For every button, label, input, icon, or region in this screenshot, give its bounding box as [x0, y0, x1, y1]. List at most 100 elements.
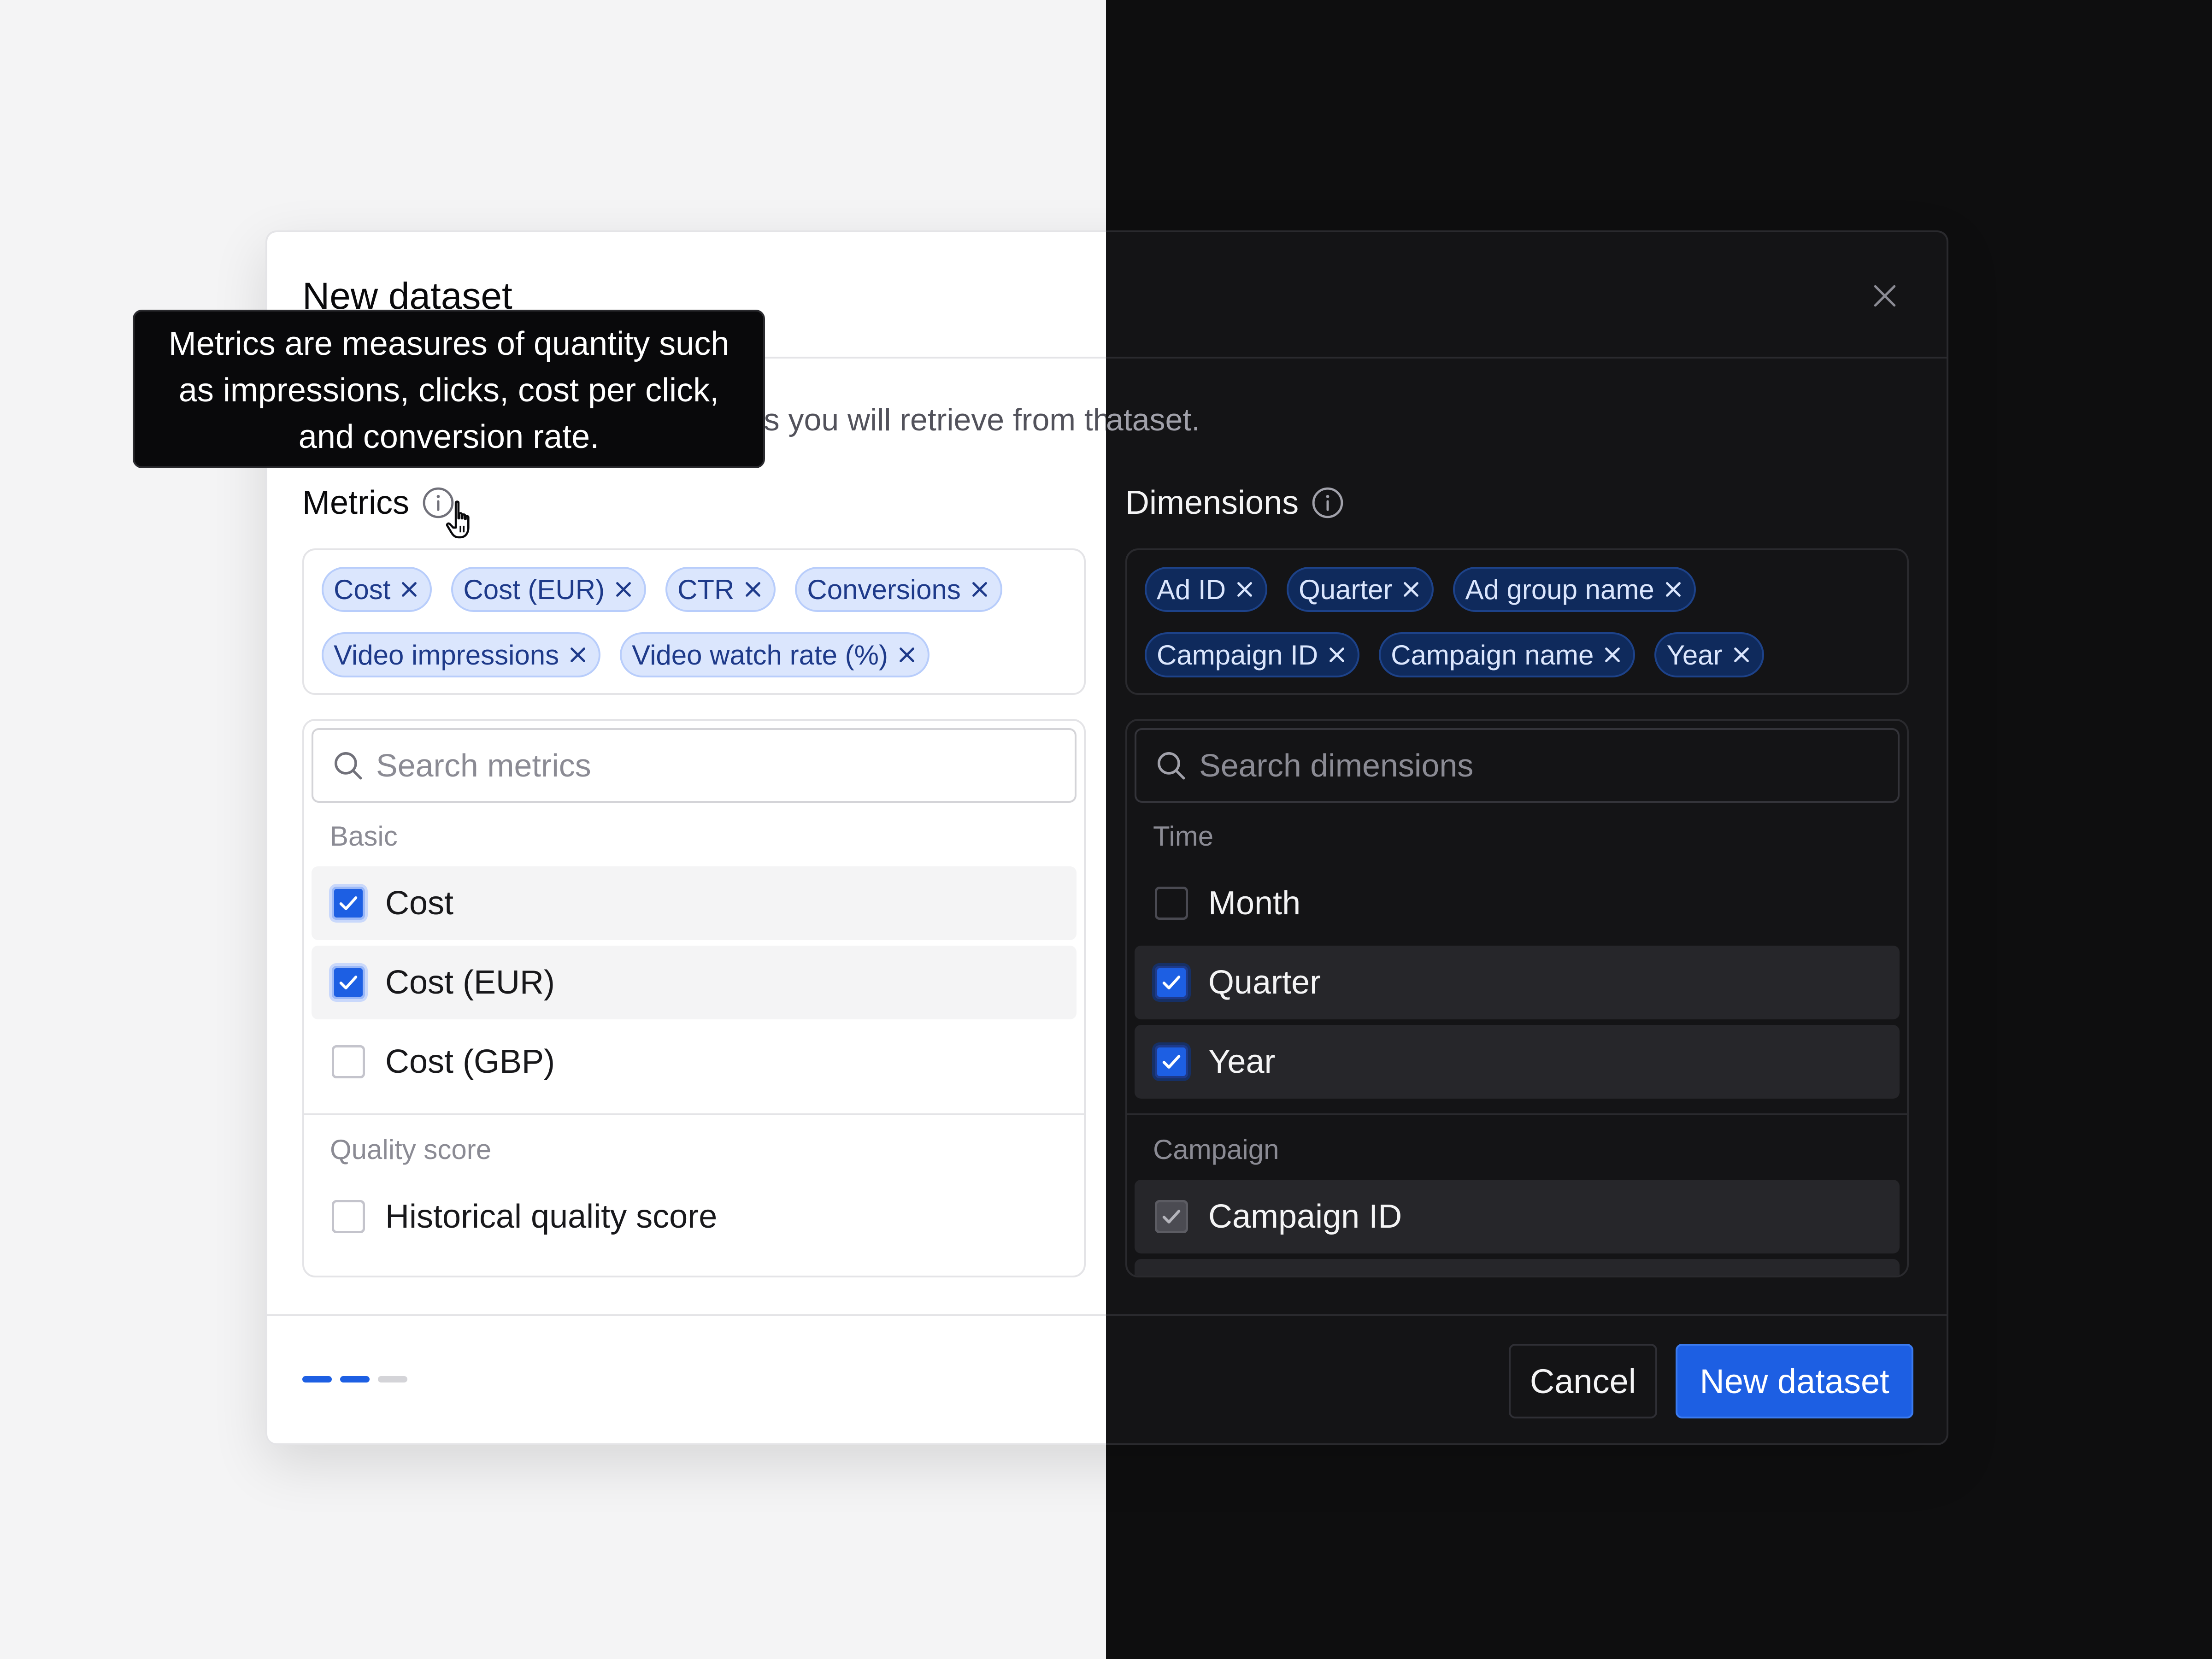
checkbox-checked-disabled[interactable] — [1155, 1200, 1188, 1233]
chip-remove-button[interactable] — [742, 579, 764, 600]
chip-label: Video impressions — [334, 639, 559, 671]
chip-label: Year — [1666, 639, 1723, 671]
info-icon[interactable] — [1311, 486, 1345, 520]
checkbox-unchecked[interactable] — [332, 1200, 365, 1233]
option-historical-quality-score[interactable]: Historical quality score — [312, 1180, 1077, 1253]
group-label-basic: Basic — [330, 821, 398, 852]
option-cost[interactable]: Cost — [312, 866, 1077, 940]
chip-year: Year — [1654, 632, 1764, 677]
chip-video-watch-rate: Video watch rate (%) — [620, 632, 930, 677]
chip-cost: Cost — [322, 567, 432, 612]
chip-ad-id: Ad ID — [1145, 567, 1268, 612]
chip-label: Campaign name — [1391, 639, 1594, 671]
checkbox-unchecked[interactable] — [332, 1045, 365, 1078]
option-label: Cost — [385, 885, 454, 922]
chip-remove-button[interactable] — [969, 579, 990, 600]
chip-label: Video watch rate (%) — [632, 639, 888, 671]
option-cost-eur[interactable]: Cost (EUR) — [312, 946, 1077, 1019]
option-campaign-id[interactable]: Campaign ID — [1135, 1180, 1900, 1253]
chip-label: Campaign ID — [1157, 639, 1318, 671]
dimensions-label-text: Dimensions — [1125, 484, 1299, 521]
group-label-time: Time — [1153, 821, 1214, 852]
check-icon — [1162, 1055, 1181, 1069]
option-label: Year — [1208, 1043, 1276, 1080]
check-icon — [1162, 1210, 1181, 1224]
option-label: Month — [1208, 885, 1301, 922]
chip-remove-button[interactable] — [399, 579, 420, 600]
chip-remove-button[interactable] — [1234, 579, 1255, 600]
chip-label: Quarter — [1299, 574, 1393, 605]
dimensions-search-input[interactable] — [1198, 747, 1845, 784]
chip-label: CTR — [677, 574, 735, 605]
chip-remove-button[interactable] — [1400, 579, 1422, 600]
close-icon — [972, 582, 987, 597]
chip-conversions: Conversions — [795, 567, 1002, 612]
step-pending — [378, 1376, 407, 1382]
chip-ad-group-name: Ad group name — [1453, 567, 1696, 612]
chip-video-impressions: Video impressions — [322, 632, 601, 677]
search-icon — [1158, 752, 1185, 780]
checkbox-unchecked[interactable] — [1155, 887, 1188, 920]
dimensions-listbox: Time Month Quarter Year Campaign Campaig… — [1125, 719, 1909, 1277]
search-icon — [335, 752, 362, 780]
option-label: Cost (EUR) — [385, 964, 555, 1001]
option-year[interactable]: Year — [1135, 1025, 1900, 1099]
chip-label: Ad group name — [1465, 574, 1654, 605]
step-completed — [340, 1376, 370, 1382]
dimensions-selected-chips: Ad ID Quarter Ad group name Campaign ID … — [1125, 548, 1909, 695]
checkbox-checked[interactable] — [1155, 1045, 1188, 1078]
chip-campaign-name: Campaign name — [1379, 632, 1635, 677]
check-icon — [1162, 976, 1181, 989]
close-icon — [616, 582, 631, 597]
metrics-label-text: Metrics — [302, 484, 409, 521]
close-icon — [402, 582, 417, 597]
option-label: Historical quality score — [385, 1198, 718, 1235]
chip-cost-eur: Cost (EUR) — [451, 567, 647, 612]
metrics-search-input[interactable] — [375, 747, 1022, 784]
dimensions-search — [1135, 728, 1900, 803]
footer-divider — [265, 1314, 1106, 1316]
step-completed — [302, 1376, 332, 1382]
group-label-campaign: Campaign — [1153, 1134, 1279, 1165]
metrics-selected-chips: Cost Cost (EUR) CTR Conversions Video im… — [302, 548, 1086, 695]
footer-divider-dark — [1106, 1314, 1948, 1316]
chip-label: Conversions — [807, 574, 961, 605]
option-cost-gbp[interactable]: Cost (GBP) — [312, 1025, 1077, 1099]
dimensions-label: Dimensions — [1125, 484, 1345, 522]
close-icon — [571, 647, 586, 662]
chip-quarter: Quarter — [1287, 567, 1434, 612]
metrics-listbox: Basic Cost Cost (EUR) Cost (GBP) Quality… — [302, 719, 1086, 1277]
option-quarter[interactable]: Quarter — [1135, 946, 1900, 1019]
close-icon — [1330, 647, 1345, 662]
chip-remove-button[interactable] — [1602, 644, 1623, 665]
metrics-label: Metrics — [302, 484, 455, 522]
modal-subtitle-dark: ataset. — [1106, 402, 1200, 437]
group-label-quality-score: Quality score — [330, 1134, 492, 1165]
option-next-partial[interactable] — [1135, 1259, 1900, 1276]
checkbox-checked[interactable] — [332, 887, 365, 920]
chip-remove-button[interactable] — [1663, 579, 1684, 600]
option-label: Campaign ID — [1208, 1198, 1402, 1235]
checkbox-checked[interactable] — [332, 966, 365, 999]
chip-remove-button[interactable] — [1326, 644, 1347, 665]
close-icon — [1874, 285, 1896, 307]
checkbox-checked[interactable] — [1155, 966, 1188, 999]
hand-pointer-icon — [446, 500, 470, 539]
check-icon — [339, 976, 358, 989]
chip-remove-button[interactable] — [613, 579, 634, 600]
chip-remove-button[interactable] — [567, 644, 588, 665]
chip-remove-button[interactable] — [896, 644, 918, 665]
close-icon — [1404, 582, 1419, 597]
cancel-button[interactable]: Cancel — [1509, 1344, 1657, 1418]
chip-label: Ad ID — [1157, 574, 1226, 605]
close-icon — [1605, 647, 1620, 662]
chip-remove-button[interactable] — [1731, 644, 1752, 665]
metrics-info-tooltip: Metrics are measures of quantity such as… — [133, 310, 765, 468]
chip-ctr: CTR — [665, 567, 776, 612]
new-dataset-button[interactable]: New dataset — [1676, 1344, 1913, 1418]
option-month[interactable]: Month — [1135, 866, 1900, 940]
close-button[interactable] — [1865, 276, 1904, 315]
chip-label: Cost (EUR) — [463, 574, 605, 605]
metrics-search — [312, 728, 1077, 803]
option-label: Cost (GBP) — [385, 1043, 555, 1080]
